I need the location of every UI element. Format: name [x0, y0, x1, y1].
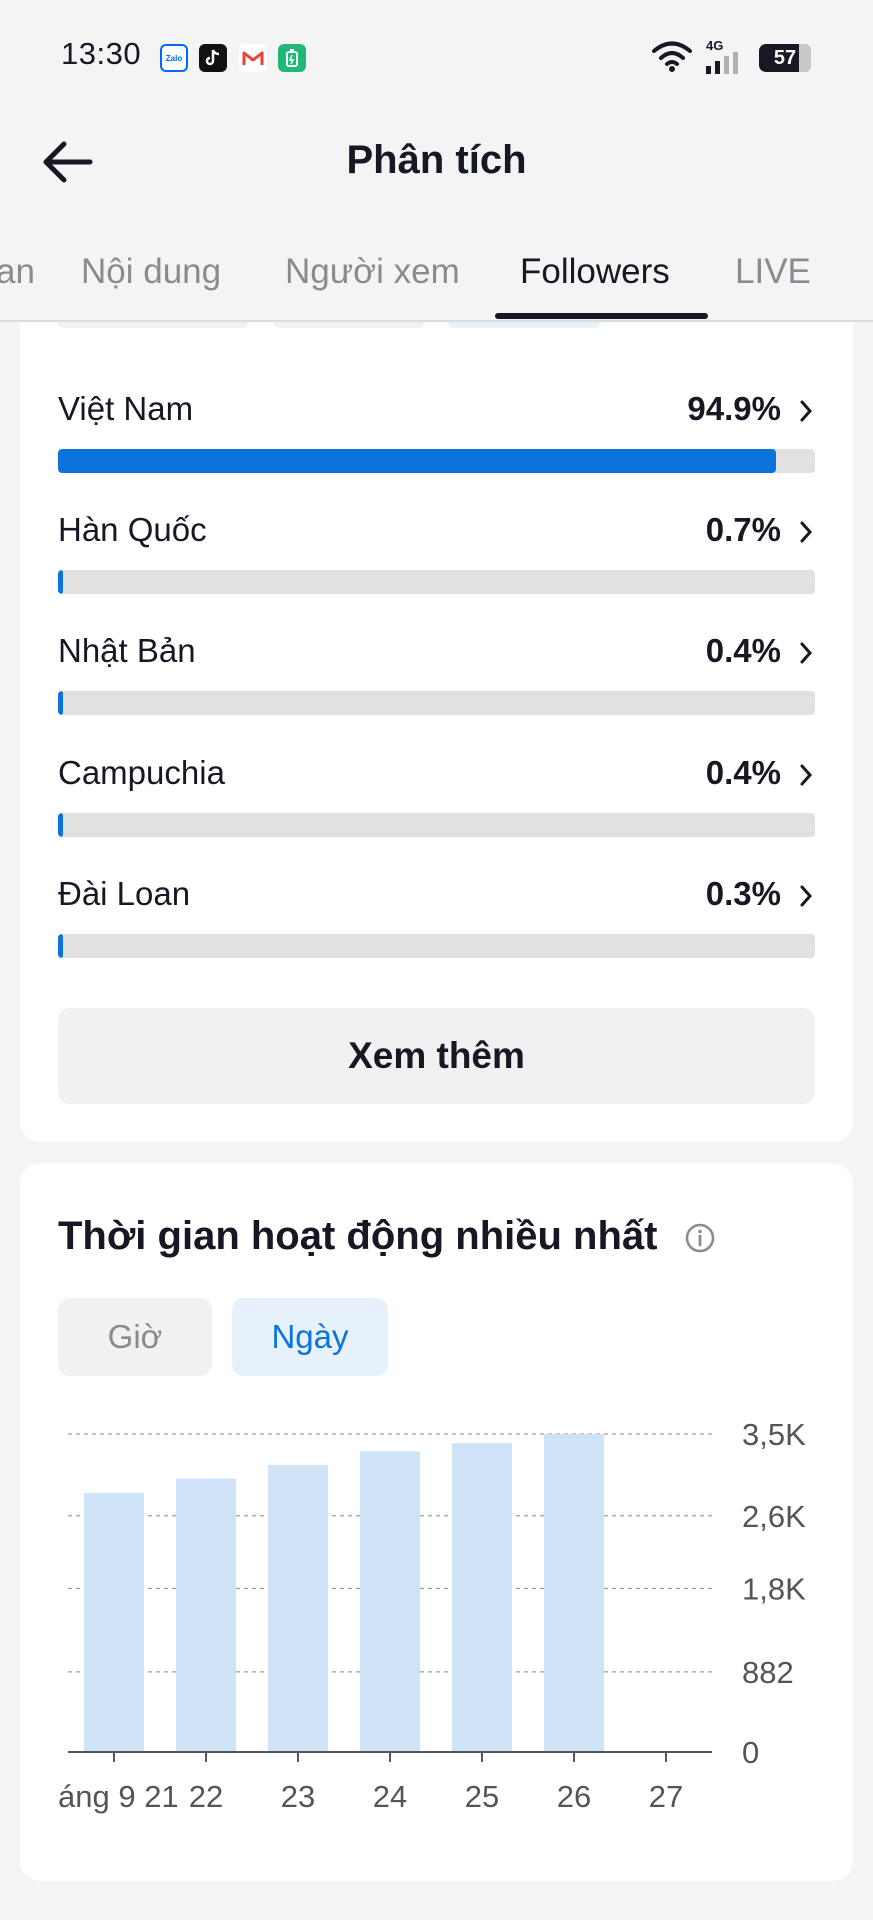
country-bar-fill	[58, 934, 63, 958]
zalo-icon: Zalo	[160, 44, 188, 72]
country-percent: 94.9%	[687, 390, 781, 427]
tab-followers[interactable]: Followers	[520, 252, 670, 292]
active-tab-indicator	[495, 313, 708, 319]
tab-bar: an Nội dung Người xem Followers LIVE	[0, 232, 873, 322]
x-tick-label: 27	[649, 1779, 683, 1814]
country-bar-fill	[58, 570, 64, 594]
country-name: Đài Loan	[58, 875, 191, 912]
y-tick-label: 0	[742, 1735, 759, 1770]
x-tick-label: 22	[189, 1779, 223, 1814]
y-tick-label: 1,8K	[742, 1571, 806, 1606]
battery-level: 57	[773, 47, 797, 69]
country-bar-track	[58, 449, 815, 473]
x-tick-label: 24	[373, 1779, 407, 1814]
country-name: Hàn Quốc	[58, 511, 207, 548]
country-percent: 0.7%	[705, 511, 781, 548]
segment-hour[interactable]: Giờ	[58, 1298, 212, 1376]
country-name: Nhật Bản	[58, 632, 196, 669]
chevron-right-icon[interactable]	[796, 396, 816, 426]
status-time: 13:30	[61, 36, 142, 71]
country-percent: 0.3%	[705, 875, 781, 912]
country-name: Việt Nam	[58, 390, 194, 427]
chart-bar[interactable]	[452, 1443, 512, 1752]
battery-icon: 57	[759, 44, 811, 72]
chart-bar[interactable]	[176, 1478, 236, 1752]
chart-bar[interactable]	[268, 1464, 328, 1752]
country-bar-track	[58, 691, 815, 715]
segment-day[interactable]: Ngày	[232, 1298, 388, 1376]
country-bar-fill	[58, 691, 63, 715]
gmail-icon	[239, 44, 267, 72]
y-tick-label: 3,5K	[742, 1417, 806, 1452]
wifi-icon	[652, 41, 692, 72]
filter-chip[interactable]	[274, 322, 424, 328]
country-bar-fill	[58, 449, 777, 473]
country-name: Campuchia	[58, 754, 225, 791]
tab-viewers[interactable]: Người xem	[285, 252, 460, 292]
y-tick-label: 2,6K	[742, 1499, 806, 1534]
y-tick-label: 882	[742, 1655, 794, 1690]
tab-content[interactable]: Nội dung	[81, 252, 221, 292]
country-bar-fill	[58, 813, 63, 837]
chevron-right-icon[interactable]	[796, 881, 816, 911]
chevron-right-icon[interactable]	[796, 638, 816, 668]
info-icon[interactable]	[684, 1222, 716, 1254]
battery-saver-icon	[278, 44, 306, 72]
chart-bar[interactable]	[360, 1451, 420, 1752]
x-tick-label: 23	[281, 1779, 315, 1814]
chart-bar[interactable]	[544, 1434, 604, 1752]
tab-overview[interactable]: an	[0, 252, 35, 292]
see-more-button[interactable]: Xem thêm	[58, 1008, 815, 1104]
x-tick-label: 26	[557, 1779, 591, 1814]
filter-chip[interactable]	[58, 322, 248, 328]
chart-bar[interactable]	[84, 1493, 144, 1752]
tiktok-icon	[199, 44, 227, 72]
country-percent: 0.4%	[705, 632, 781, 669]
chevron-right-icon[interactable]	[796, 760, 816, 790]
signal-icon	[706, 52, 738, 74]
tab-live[interactable]: LIVE	[735, 252, 811, 292]
activity-title: Thời gian hoạt động nhiều nhất	[58, 1214, 658, 1258]
country-percent: 0.4%	[705, 754, 781, 791]
country-bar-track	[58, 570, 815, 594]
country-bar-track	[58, 813, 815, 837]
activity-chart: 0 882 1,8K 2,6K 3,5K áng 9 21 22 23 24 25 26 27	[58, 1417, 806, 1814]
network-type: 4G	[706, 38, 724, 53]
country-bar-track	[58, 934, 815, 958]
filter-chip[interactable]	[448, 322, 600, 328]
x-tick-label: 25	[465, 1779, 499, 1814]
page-title: Phân tích	[346, 138, 527, 182]
chevron-right-icon[interactable]	[796, 517, 816, 547]
svg-text:Zalo: Zalo	[166, 54, 183, 63]
x-tick-label: áng 9 21	[58, 1779, 179, 1814]
